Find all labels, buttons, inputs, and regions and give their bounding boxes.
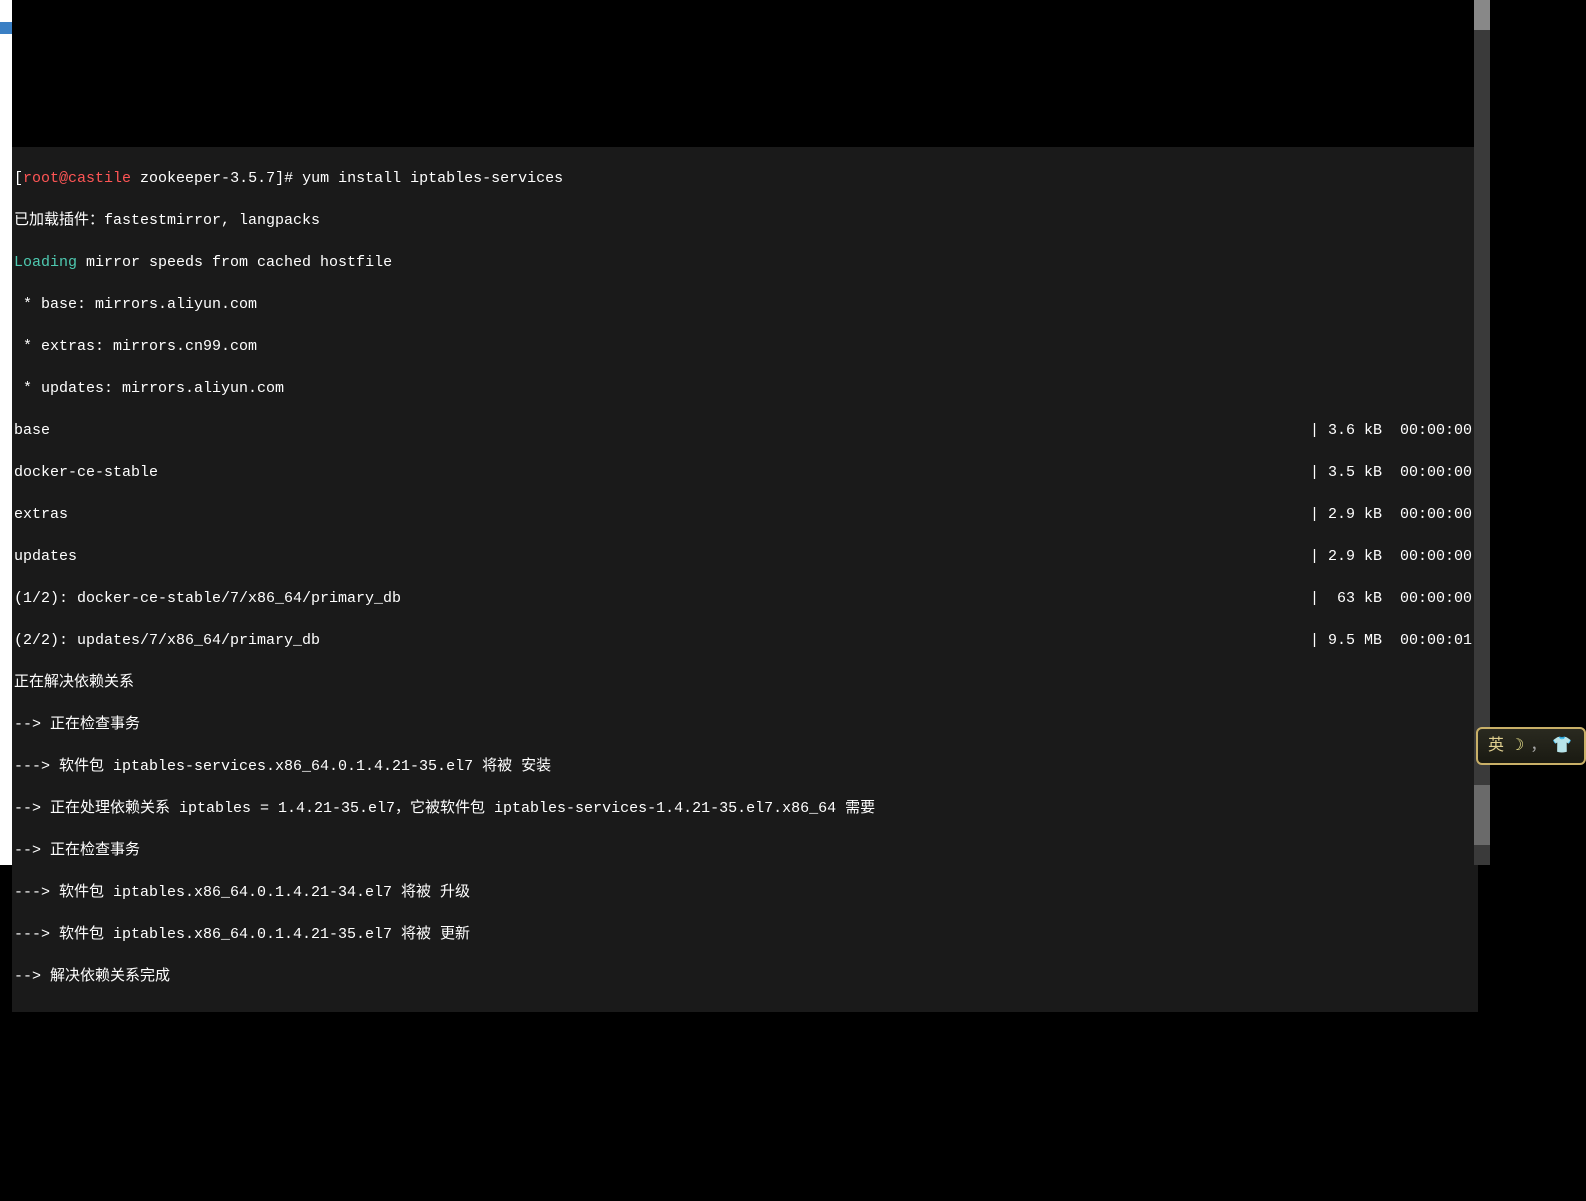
repo-size: | 2.9 kB 00:00:00 bbox=[1310, 504, 1476, 525]
repo-row: (1/2): docker-ce-stable/7/x86_64/primary… bbox=[14, 588, 1476, 609]
left-gutter bbox=[0, 0, 12, 865]
loading-keyword: Loading bbox=[14, 252, 77, 273]
repo-row: base | 3.6 kB 00:00:00 bbox=[14, 420, 1476, 441]
plugins-line: 已加载插件：fastestmirror, langpacks bbox=[14, 210, 1476, 231]
scrollbar-thumb[interactable] bbox=[1474, 785, 1490, 845]
prompt-line: [root@castile zookeeper-3.5.7]# yum inst… bbox=[14, 168, 1476, 189]
dep-line: --> 解决依赖关系完成 bbox=[14, 966, 1476, 987]
dep-line: ---> 软件包 iptables-services.x86_64.0.1.4.… bbox=[14, 756, 1476, 777]
repo-name: base bbox=[14, 420, 50, 441]
mirror-updates-line: * updates: mirrors.aliyun.com bbox=[14, 378, 1476, 399]
repo-row: docker-ce-stable | 3.5 kB 00:00:00 bbox=[14, 462, 1476, 483]
loading-rest: mirror speeds from cached hostfile bbox=[77, 252, 392, 273]
repo-size: | 2.9 kB 00:00:00 bbox=[1310, 546, 1476, 567]
comma-icon: ， bbox=[1530, 735, 1546, 757]
repo-size: | 3.6 kB 00:00:00 bbox=[1310, 420, 1476, 441]
repo-name: (2/2): updates/7/x86_64/primary_db bbox=[14, 630, 320, 651]
repo-name: (1/2): docker-ce-stable/7/x86_64/primary… bbox=[14, 588, 401, 609]
dep-line: ---> 软件包 iptables.x86_64.0.1.4.21-34.el7… bbox=[14, 882, 1476, 903]
command-text: yum install iptables-services bbox=[293, 168, 563, 189]
dep-line: --> 正在检查事务 bbox=[14, 840, 1476, 861]
scrollbar-thumb-top[interactable] bbox=[1474, 0, 1490, 30]
ime-language-badge[interactable]: 英 ☽ ， 👕 bbox=[1476, 727, 1586, 765]
repo-name: updates bbox=[14, 546, 77, 567]
bracket-close: ]# bbox=[275, 168, 293, 189]
ime-label: 英 bbox=[1488, 735, 1504, 757]
shirt-icon: 👕 bbox=[1552, 735, 1572, 757]
loading-line: Loading mirror speeds from cached hostfi… bbox=[14, 252, 1476, 273]
repo-size: | 63 kB 00:00:00 bbox=[1310, 588, 1476, 609]
dep-line: 正在解决依赖关系 bbox=[14, 672, 1476, 693]
prompt-user-host: root@castile bbox=[23, 168, 131, 189]
bracket-open: [ bbox=[14, 168, 23, 189]
prompt-path: zookeeper-3.5.7 bbox=[131, 168, 275, 189]
mirror-base-line: * base: mirrors.aliyun.com bbox=[14, 294, 1476, 315]
mirror-extras-line: * extras: mirrors.cn99.com bbox=[14, 336, 1476, 357]
moon-icon: ☽ bbox=[1510, 735, 1524, 757]
repo-size: | 9.5 MB 00:00:01 bbox=[1310, 630, 1476, 651]
gutter-marker bbox=[0, 22, 12, 34]
blank-line bbox=[14, 1008, 1476, 1012]
repo-row: updates | 2.9 kB 00:00:00 bbox=[14, 546, 1476, 567]
dep-line: --> 正在处理依赖关系 iptables = 1.4.21-35.el7，它被… bbox=[14, 798, 1476, 819]
dep-line: ---> 软件包 iptables.x86_64.0.1.4.21-35.el7… bbox=[14, 924, 1476, 945]
repo-row: extras | 2.9 kB 00:00:00 bbox=[14, 504, 1476, 525]
repo-row: (2/2): updates/7/x86_64/primary_db | 9.5 … bbox=[14, 630, 1476, 651]
repo-size: | 3.5 kB 00:00:00 bbox=[1310, 462, 1476, 483]
terminal-window[interactable]: [root@castile zookeeper-3.5.7]# yum inst… bbox=[12, 147, 1478, 1012]
repo-name: docker-ce-stable bbox=[14, 462, 158, 483]
dep-line: --> 正在检查事务 bbox=[14, 714, 1476, 735]
repo-name: extras bbox=[14, 504, 68, 525]
